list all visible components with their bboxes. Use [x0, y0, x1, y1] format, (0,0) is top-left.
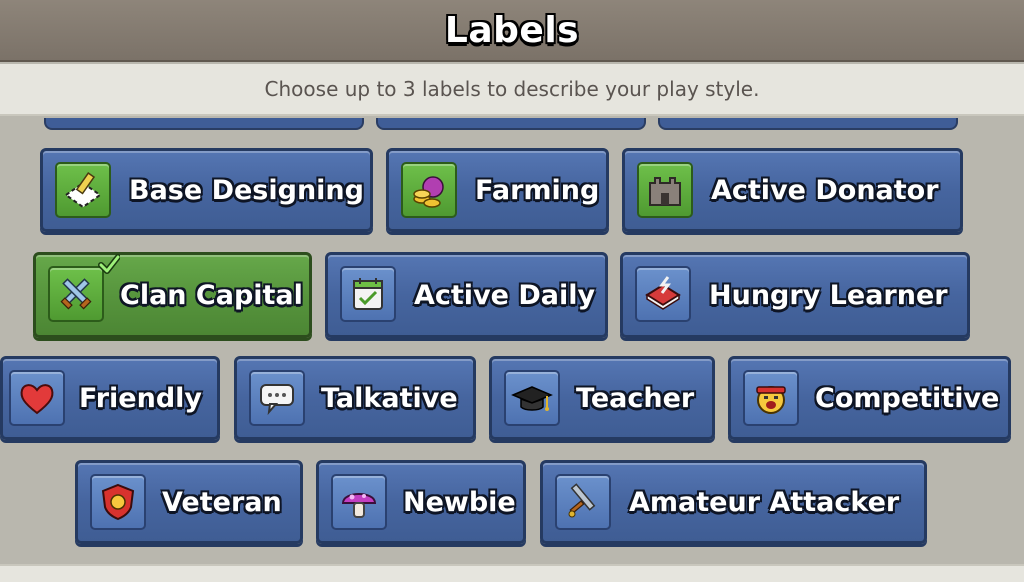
footer-strip — [0, 564, 1024, 582]
label-veteran-button[interactable]: Veteran — [75, 460, 303, 544]
label-base-designing-button[interactable]: Base Designing — [40, 148, 373, 232]
base-designing-icon — [55, 162, 111, 218]
label-talkative-text: Talkative — [321, 382, 458, 414]
label-teacher-button[interactable]: Teacher — [489, 356, 715, 440]
label-newbie-button[interactable]: Newbie — [316, 460, 526, 544]
label-friendly-button[interactable]: Friendly — [0, 356, 220, 440]
label-active-daily-button[interactable]: Active Daily — [325, 252, 608, 338]
label-farming-button[interactable]: Farming — [386, 148, 609, 232]
newbie-mushroom-icon — [331, 474, 387, 530]
label-hungry-learner-text: Hungry Learner — [709, 279, 948, 311]
label-competitive-button[interactable]: Competitive — [728, 356, 1011, 440]
active-daily-icon — [340, 266, 396, 322]
teacher-cap-icon — [504, 370, 560, 426]
friendly-heart-icon — [9, 370, 65, 426]
label-teacher-text: Teacher — [576, 382, 695, 414]
label-hungry-learner-button[interactable]: Hungry Learner — [620, 252, 970, 338]
label-farming-text: Farming — [475, 174, 600, 206]
label-active-donator-button[interactable]: Active Donator — [622, 148, 963, 232]
label-active-donator-text: Active Donator — [711, 174, 939, 206]
label-amateur-attacker-text: Amateur Attacker — [629, 486, 900, 518]
scrolled-label-button[interactable] — [44, 118, 364, 130]
competitive-face-icon — [743, 370, 799, 426]
header-bar: Labels — [0, 0, 1024, 62]
instructions-bar: Choose up to 3 labels to describe your p… — [0, 64, 1024, 116]
label-veteran-text: Veteran — [162, 486, 282, 518]
label-clan-capital-text: Clan Capital — [120, 279, 303, 311]
hungry-learner-icon — [635, 266, 691, 322]
clan-capital-icon — [48, 266, 104, 322]
selected-checkmark-icon — [98, 254, 120, 274]
label-friendly-text: Friendly — [79, 382, 203, 414]
label-base-designing-text: Base Designing — [129, 174, 364, 206]
veteran-shield-icon — [90, 474, 146, 530]
talkative-speech-bubble-icon — [249, 370, 305, 426]
label-talkative-button[interactable]: Talkative — [234, 356, 476, 440]
label-amateur-attacker-button[interactable]: Amateur Attacker — [540, 460, 927, 544]
amateur-attacker-sword-icon — [555, 474, 611, 530]
active-donator-icon — [637, 162, 693, 218]
label-active-daily-text: Active Daily — [414, 279, 596, 311]
instructions-text: Choose up to 3 labels to describe your p… — [264, 77, 760, 101]
label-newbie-text: Newbie — [403, 486, 516, 518]
label-competitive-text: Competitive — [815, 382, 1000, 414]
labels-grid[interactable]: Base Designing Farming Active Donator Cl… — [0, 118, 1024, 564]
scrolled-label-button[interactable] — [376, 118, 646, 130]
farming-icon — [401, 162, 457, 218]
label-clan-capital-button[interactable]: Clan Capital — [33, 252, 312, 338]
scrolled-label-button[interactable] — [658, 118, 958, 130]
page-title: Labels — [444, 9, 580, 51]
